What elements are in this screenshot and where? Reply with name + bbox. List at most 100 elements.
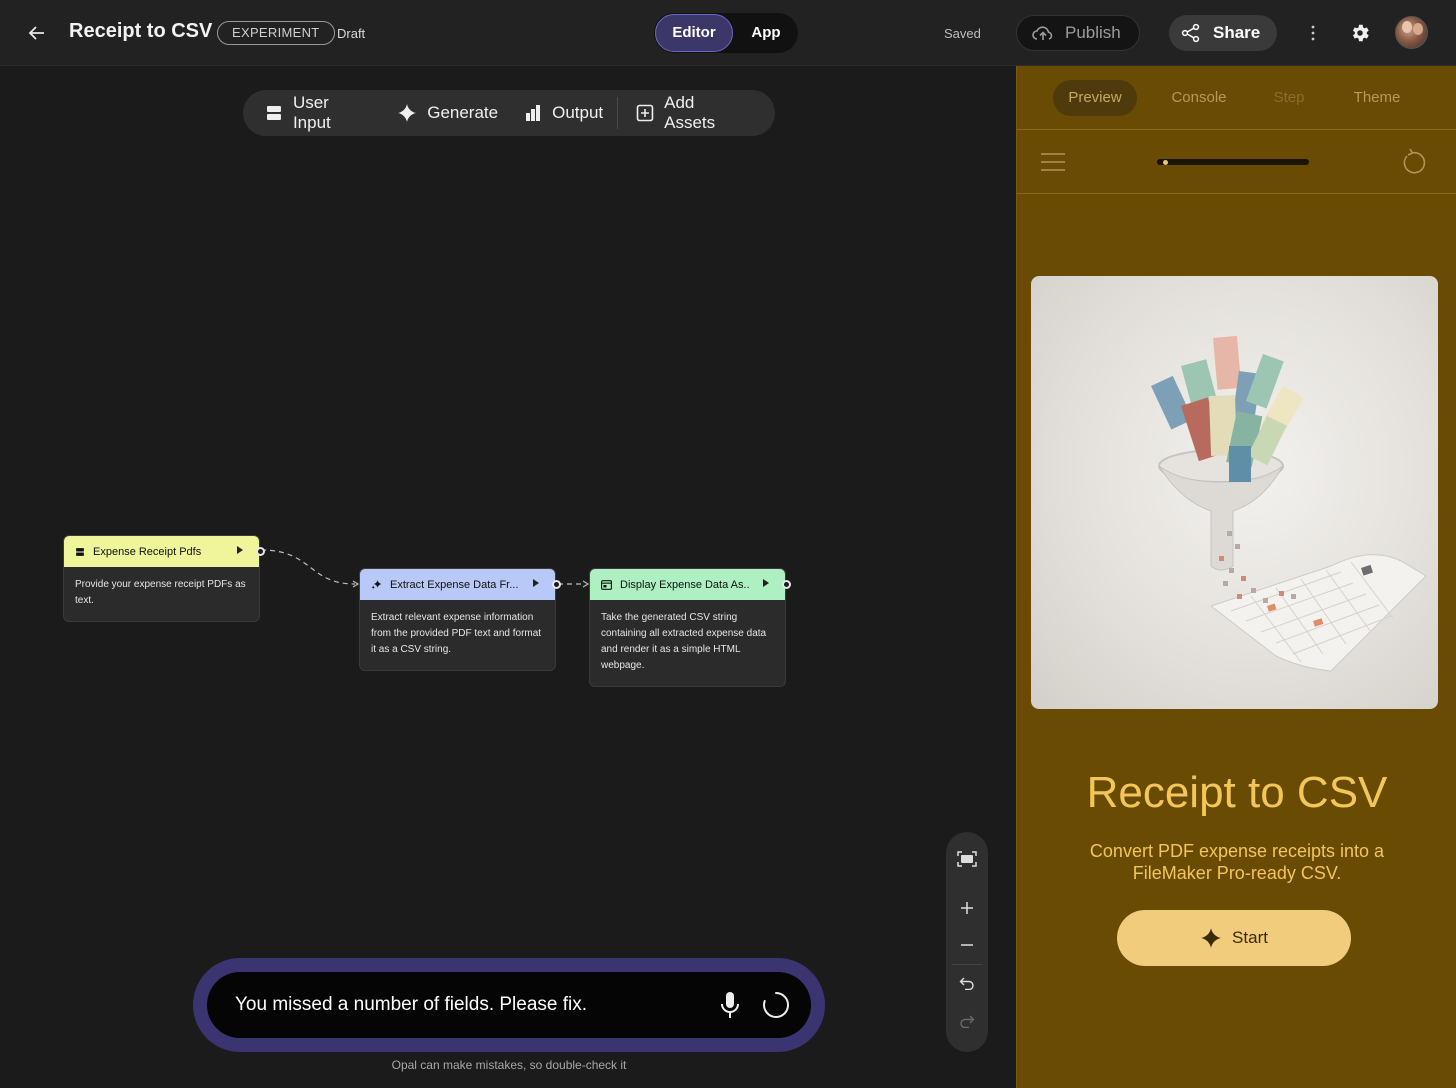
- user-input-icon: [76, 547, 84, 556]
- node-description: Extract relevant expense information fro…: [371, 612, 542, 655]
- user-input-label: User Input: [292, 93, 331, 132]
- output-label: Output: [552, 103, 604, 122]
- play-icon[interactable]: [237, 546, 243, 554]
- web-page-icon: [601, 579, 612, 590]
- play-icon[interactable]: [533, 579, 539, 587]
- add-assets-label: Add Assets: [664, 93, 716, 132]
- sparkle-icon: [398, 104, 417, 122]
- tab-console[interactable]: Console: [1157, 80, 1241, 116]
- sparkle-icon: [371, 580, 382, 589]
- app-preview-title: Receipt to CSV: [1086, 768, 1388, 817]
- app-title: Receipt to CSV: [69, 20, 213, 42]
- controls-divider: [952, 964, 982, 965]
- microphone-icon: [721, 992, 739, 1018]
- app-mode-button[interactable]: App: [736, 14, 796, 52]
- play-icon[interactable]: [763, 579, 769, 587]
- node-header[interactable]: Extract Expense Data Fr...: [360, 569, 555, 600]
- share-icon: [1181, 23, 1200, 43]
- hero-image: [1031, 276, 1438, 709]
- more-vertical-icon: [1311, 25, 1315, 41]
- toolbar-divider: [617, 97, 619, 129]
- disclaimer-text: Opal can make mistakes, so double-check …: [391, 1058, 627, 1072]
- more-options-button[interactable]: [1303, 18, 1323, 48]
- publish-button[interactable]: Publish: [1016, 15, 1140, 51]
- gear-icon: [1352, 24, 1369, 42]
- canvas-controls: [946, 832, 988, 1052]
- connector-1-arrow: [352, 580, 360, 588]
- node-toolbar: User Input Generate Output Add Assets: [243, 90, 775, 136]
- sparkle-icon: [1201, 928, 1221, 948]
- funnel-illustration: [1151, 335, 1427, 672]
- app-preview-description: Convert PDF expense receipts into a File…: [1089, 841, 1385, 883]
- node-description: Take the generated CSV string containing…: [601, 612, 767, 671]
- connector-1: [260, 549, 356, 585]
- node-display-expense-data[interactable]: Display Expense Data As... Take the gene…: [589, 568, 791, 687]
- prompt-field: [207, 972, 811, 1038]
- fit-screen-icon: [957, 851, 977, 867]
- flow-canvas[interactable]: User Input Generate Output Add Assets Ex…: [3, 66, 1016, 1088]
- progress-bar: [1157, 159, 1309, 165]
- hamburger-menu-icon: [1041, 153, 1065, 171]
- output-port[interactable]: [256, 547, 265, 556]
- start-label: Start: [1232, 928, 1268, 947]
- node-title: Expense Receipt Pdfs: [93, 545, 202, 558]
- zoom-in-button[interactable]: [946, 893, 988, 923]
- menu-button[interactable]: [1039, 150, 1067, 174]
- share-label: Share: [1213, 23, 1261, 42]
- experiment-badge: EXPERIMENT: [217, 21, 335, 45]
- undo-icon: [959, 977, 974, 990]
- prompt-bar: [193, 958, 825, 1052]
- publish-label: Publish: [1065, 23, 1121, 42]
- share-button[interactable]: Share: [1169, 15, 1277, 51]
- node-expense-receipt-pdfs[interactable]: Expense Receipt Pdfs Provide your expens…: [63, 535, 265, 622]
- add-box-icon: [636, 104, 654, 122]
- generate-label: Generate: [427, 103, 499, 122]
- tab-step[interactable]: Step: [1253, 80, 1325, 116]
- player-bar: [1017, 130, 1456, 194]
- node-title: Extract Expense Data Fr...: [390, 578, 519, 591]
- node-header[interactable]: Display Expense Data As...: [590, 569, 785, 600]
- tab-theme[interactable]: Theme: [1337, 80, 1417, 116]
- undo-button[interactable]: [946, 968, 988, 998]
- plus-icon: [961, 902, 973, 914]
- zoom-out-button[interactable]: [946, 930, 988, 960]
- output-port[interactable]: [782, 580, 791, 589]
- redo-icon: [960, 1015, 975, 1028]
- avatar[interactable]: [1395, 16, 1428, 49]
- loading-spinner-icon[interactable]: [762, 991, 790, 1019]
- minus-icon: [961, 944, 973, 946]
- mode-toggle: Editor App: [654, 13, 798, 53]
- panel-tabs: Preview Console Step Theme: [1017, 66, 1456, 130]
- progress-indicator: [1162, 160, 1168, 165]
- cloud-upload-icon: [1032, 26, 1053, 40]
- prompt-input[interactable]: [235, 991, 705, 1019]
- node-header[interactable]: Expense Receipt Pdfs: [64, 536, 259, 567]
- refresh-icon: [1403, 148, 1426, 174]
- tab-preview[interactable]: Preview: [1053, 80, 1137, 116]
- preview-panel: Preview Console Step Theme Receipt to CS…: [1016, 66, 1456, 1088]
- output-port[interactable]: [552, 580, 561, 589]
- add-assets-tool[interactable]: Add Assets: [636, 93, 749, 133]
- generate-tool[interactable]: Generate: [397, 103, 498, 123]
- save-status: Saved: [944, 26, 981, 41]
- node-extract-expense-data[interactable]: Extract Expense Data Fr... Extract relev…: [359, 568, 561, 671]
- redo-button[interactable]: [946, 1006, 988, 1036]
- fit-view-button[interactable]: [946, 844, 988, 874]
- microphone-button[interactable]: [719, 990, 741, 1020]
- top-bar: Receipt to CSV EXPERIMENT Draft Editor A…: [0, 0, 1456, 66]
- settings-button[interactable]: [1346, 19, 1374, 47]
- node-description: Provide your expense receipt PDFs as tex…: [75, 579, 246, 606]
- user-input-tool[interactable]: User Input: [265, 93, 371, 133]
- draft-status: Draft: [337, 26, 366, 41]
- node-title: Display Expense Data As...: [620, 578, 750, 591]
- output-tool[interactable]: Output: [524, 103, 603, 123]
- arrow-left-icon: [28, 26, 44, 40]
- connector-2-arrow: [582, 580, 590, 588]
- user-input-icon: [266, 106, 281, 120]
- start-button[interactable]: Start: [1117, 910, 1351, 966]
- app-root: Receipt to CSV EXPERIMENT Draft Editor A…: [0, 0, 1456, 1088]
- back-button[interactable]: [22, 18, 52, 48]
- editor-mode-button[interactable]: Editor: [655, 14, 733, 52]
- restart-button[interactable]: [1399, 148, 1429, 178]
- bar-chart-icon: [526, 105, 541, 121]
